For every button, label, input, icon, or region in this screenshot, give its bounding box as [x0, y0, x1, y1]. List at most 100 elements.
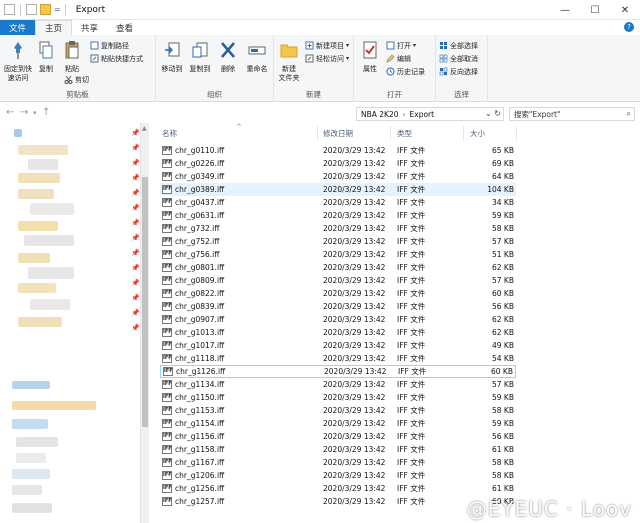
nav-scrollbar[interactable]: ▲: [140, 123, 149, 523]
table-row[interactable]: IFF chr_g1158.iff 2020/3/29 13:42 IFF 文件 61 …: [160, 443, 516, 456]
select-all-button[interactable]: 全部选择: [439, 40, 478, 51]
nav-item-blurred[interactable]: [30, 299, 70, 310]
pin-icon[interactable]: 📌: [131, 144, 140, 152]
column-divider[interactable]: [463, 126, 464, 140]
nav-item-blurred[interactable]: [18, 317, 62, 327]
table-row[interactable]: IFF chr_g1150.iff 2020/3/29 13:42 IFF 文件 59 …: [160, 391, 516, 404]
paste-button[interactable]: 粘贴: [58, 40, 86, 74]
recent-chevron-icon[interactable]: ▾: [33, 109, 37, 117]
rename-button[interactable]: 重命名: [242, 40, 272, 74]
paste-shortcut-button[interactable]: 粘贴快捷方式: [90, 53, 143, 64]
table-row[interactable]: IFF chr_g0110.iff 2020/3/29 13:42 IFF 文件 65 …: [160, 144, 516, 157]
nav-item-blurred[interactable]: [14, 129, 22, 137]
table-row[interactable]: IFF chr_g0822.iff 2020/3/29 13:42 IFF 文件 60 …: [160, 287, 516, 300]
breadcrumb-export[interactable]: Export: [410, 110, 435, 119]
open-button[interactable]: 打开 ▾: [386, 40, 416, 51]
table-row[interactable]: IFF chr_g0839.iff 2020/3/29 13:42 IFF 文件 56 …: [160, 300, 516, 313]
table-row[interactable]: IFF chr_g0801.iff 2020/3/29 13:42 IFF 文件 62 …: [160, 261, 516, 274]
maximize-button[interactable]: ☐: [580, 0, 610, 20]
history-button[interactable]: 历史记录: [386, 66, 425, 77]
close-button[interactable]: ✕: [610, 0, 640, 20]
column-divider[interactable]: [317, 126, 318, 140]
table-row[interactable]: IFF chr_g732.iff 2020/3/29 13:42 IFF 文件 58 K…: [160, 222, 516, 235]
table-row[interactable]: IFF chr_g0389.iff 2020/3/29 13:42 IFF 文件 104…: [160, 183, 516, 196]
pin-icon[interactable]: 📌: [131, 264, 140, 272]
nav-item-blurred[interactable]: [18, 145, 68, 155]
quick-access-dropdown-icon[interactable]: =: [54, 5, 61, 14]
nav-item-blurred[interactable]: [12, 469, 50, 479]
scrollbar-thumb[interactable]: [142, 177, 148, 427]
nav-item-blurred[interactable]: [18, 283, 56, 293]
table-row[interactable]: IFF chr_g1118.iff 2020/3/29 13:42 IFF 文件 54 …: [160, 352, 516, 365]
table-row[interactable]: IFF chr_g1153.iff 2020/3/29 13:42 IFF 文件 58 …: [160, 404, 516, 417]
move-to-button[interactable]: 移动到: [158, 40, 186, 74]
column-header-name[interactable]: 名称: [162, 125, 177, 141]
cut-button[interactable]: 剪切: [64, 74, 89, 85]
table-row[interactable]: IFF chr_g1134.iff 2020/3/29 13:42 IFF 文件 57 …: [160, 378, 516, 391]
nav-item-blurred[interactable]: [12, 485, 42, 495]
table-row[interactable]: IFF chr_g0631.iff 2020/3/29 13:42 IFF 文件 59 …: [160, 209, 516, 222]
table-row[interactable]: IFF chr_g0349.iff 2020/3/29 13:42 IFF 文件 64 …: [160, 170, 516, 183]
pin-to-quick-access-button[interactable]: 固定到快 速访问: [1, 40, 35, 83]
edit-button[interactable]: 编辑: [386, 53, 411, 64]
pin-icon[interactable]: 📌: [131, 189, 140, 197]
nav-item-blurred[interactable]: [12, 401, 96, 410]
nav-item-blurred[interactable]: [16, 453, 46, 463]
search-icon[interactable]: ⌕: [627, 109, 631, 119]
pin-icon[interactable]: 📌: [131, 249, 140, 257]
table-row[interactable]: IFF chr_g0809.iff 2020/3/29 13:42 IFF 文件 57 …: [160, 274, 516, 287]
nav-item-blurred[interactable]: [18, 173, 60, 183]
pin-icon[interactable]: 📌: [131, 234, 140, 242]
select-none-button[interactable]: 全部取消: [439, 53, 478, 64]
table-row[interactable]: IFF chr_g1156.iff 2020/3/29 13:42 IFF 文件 56 …: [160, 430, 516, 443]
column-header-type[interactable]: 类型: [397, 125, 412, 141]
column-header-size[interactable]: 大小: [470, 125, 485, 141]
nav-item-blurred[interactable]: [28, 159, 58, 170]
pin-icon[interactable]: 📌: [131, 309, 140, 317]
back-arrow-icon[interactable]: ←: [6, 107, 14, 118]
column-divider[interactable]: [516, 126, 517, 140]
nav-item-blurred[interactable]: [28, 267, 74, 279]
table-row[interactable]: IFF chr_g1126.iff 2020/3/29 13:42 IFF 文件 60 …: [160, 365, 516, 378]
nav-item-blurred[interactable]: [12, 503, 52, 513]
search-box[interactable]: 搜索"Export" ⌕: [509, 107, 635, 121]
pin-icon[interactable]: 📌: [131, 324, 140, 332]
nav-item-blurred[interactable]: [30, 203, 74, 215]
pin-icon[interactable]: 📌: [131, 204, 140, 212]
table-row[interactable]: IFF chr_g1256.iff 2020/3/29 13:42 IFF 文件 61 …: [160, 482, 516, 495]
table-row[interactable]: IFF chr_g0907.iff 2020/3/29 13:42 IFF 文件 62 …: [160, 313, 516, 326]
nav-item-blurred[interactable]: [12, 381, 50, 389]
table-row[interactable]: IFF chr_g0437.iff 2020/3/29 13:42 IFF 文件 34 …: [160, 196, 516, 209]
address-bar[interactable]: NBA 2K20 › Export ⌄ ↻: [356, 107, 504, 121]
table-row[interactable]: IFF chr_g1206.iff 2020/3/29 13:42 IFF 文件 58 …: [160, 469, 516, 482]
breadcrumb-nba2k20[interactable]: NBA 2K20: [361, 110, 399, 119]
copy-to-button[interactable]: 复制到: [186, 40, 214, 74]
delete-button[interactable]: 删除: [214, 40, 242, 74]
pin-icon[interactable]: 📌: [131, 219, 140, 227]
tab-share[interactable]: 共享: [72, 20, 107, 35]
refresh-icon[interactable]: ↻: [494, 109, 501, 118]
forward-arrow-icon[interactable]: →: [20, 107, 28, 118]
column-header-date[interactable]: 修改日期: [323, 125, 353, 141]
help-icon[interactable]: ?: [624, 22, 634, 32]
nav-item-blurred[interactable]: [18, 189, 54, 199]
properties-button[interactable]: 属性: [356, 40, 384, 74]
tab-home[interactable]: 主页: [35, 20, 73, 35]
up-arrow-icon[interactable]: ↑: [42, 107, 50, 118]
minimize-button[interactable]: —: [550, 0, 580, 20]
scroll-up-icon[interactable]: ▲: [142, 125, 147, 132]
table-row[interactable]: IFF chr_g752.iff 2020/3/29 13:42 IFF 文件 57 K…: [160, 235, 516, 248]
tab-file[interactable]: 文件: [0, 20, 36, 35]
table-row[interactable]: IFF chr_g756.iff 2020/3/29 13:42 IFF 文件 51 K…: [160, 248, 516, 261]
search-input[interactable]: 搜索"Export": [514, 109, 560, 120]
table-row[interactable]: IFF chr_g0226.iff 2020/3/29 13:42 IFF 文件 69 …: [160, 157, 516, 170]
copy-button[interactable]: 复制: [32, 40, 60, 74]
new-folder-quick-icon[interactable]: [40, 4, 51, 15]
properties-quick-icon[interactable]: [26, 4, 37, 15]
easy-access-button[interactable]: 轻松访问 ▾: [305, 53, 349, 64]
pin-icon[interactable]: 📌: [131, 294, 140, 302]
table-row[interactable]: IFF chr_g1017.iff 2020/3/29 13:42 IFF 文件 49 …: [160, 339, 516, 352]
app-icon[interactable]: [4, 4, 15, 15]
nav-item-blurred[interactable]: [12, 419, 48, 429]
tab-view[interactable]: 查看: [107, 20, 142, 35]
